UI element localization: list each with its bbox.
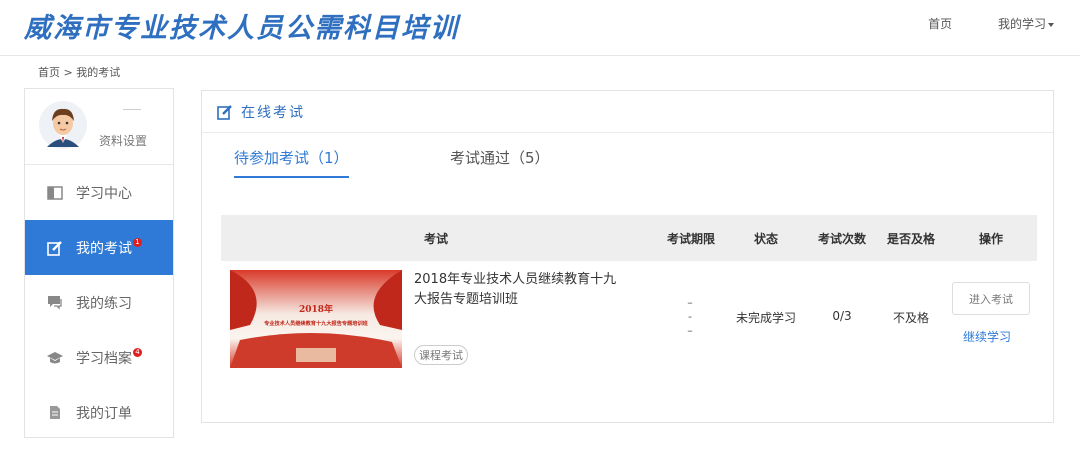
exam-period-line: –: [687, 324, 693, 337]
online-exam-panel: 在线考试 待参加考试（1） 考试通过（5） 考试 考试期限 状态 考试次数 是否…: [201, 90, 1054, 423]
column-header-exam: 考试: [423, 231, 448, 246]
column-header-status: 状态: [753, 231, 778, 246]
sidebar-item-label: 我的考试: [76, 240, 132, 257]
course-thumbnail[interactable]: 2018年 专业技术人员继续教育十九大报告专题培训班: [230, 270, 402, 368]
top-header: 威海市专业技术人员公需科目培训 首页 我的学习: [0, 0, 1080, 56]
profile-panel: 资料设置: [25, 89, 173, 165]
notification-badge: 4: [133, 348, 142, 357]
panel-header: 在线考试: [202, 91, 1053, 133]
column-header-passed: 是否及格: [886, 231, 935, 246]
breadcrumb: 首页 > 我的考试: [38, 66, 121, 79]
sidebar-item-label: 我的练习: [76, 295, 132, 312]
nav-home-link[interactable]: 首页: [928, 17, 952, 31]
notification-badge: 1: [133, 238, 142, 247]
exam-tabs: 待参加考试（1） 考试通过（5）: [234, 147, 994, 181]
table-header: 考试 考试期限 状态 考试次数 是否及格 操作: [221, 215, 1037, 261]
continue-learning-link[interactable]: 继续学习: [963, 328, 1011, 345]
top-nav: 首页 我的学习: [886, 15, 1054, 32]
tab-passed-exams[interactable]: 考试通过（5）: [450, 147, 550, 176]
sidebar-item-my-exams[interactable]: 我的考试 1: [25, 220, 173, 275]
thumbnail-caption: 专业技术人员继续教育十九大报告专题培训班: [264, 319, 369, 327]
book-icon: [45, 185, 65, 200]
avatar[interactable]: [39, 101, 87, 149]
graduation-cap-icon: [45, 351, 65, 365]
exam-status: 未完成学习: [735, 311, 796, 325]
site-title: 威海市专业技术人员公需科目培训: [24, 13, 459, 44]
tab-pending-exams[interactable]: 待参加考试（1）: [234, 147, 349, 178]
course-title[interactable]: 2018年专业技术人员继续教育十九大报告专题培训班: [414, 270, 629, 310]
sidebar-item-my-orders[interactable]: 我的订单: [25, 385, 173, 440]
profile-settings-link[interactable]: 资料设置: [99, 132, 147, 149]
enter-exam-button[interactable]: 进入考试: [952, 282, 1030, 315]
sidebar-item-learning-center[interactable]: 学习中心: [25, 165, 173, 220]
document-icon: [45, 405, 65, 420]
sidebar-item-label: 学习中心: [76, 185, 132, 202]
sidebar-item-label: 我的订单: [76, 405, 132, 422]
exam-table: 考试 考试期限 状态 考试次数 是否及格 操作 2018年 专业技术人员继续教育…: [221, 215, 1037, 371]
caret-down-icon: [1048, 22, 1054, 27]
panel-title: 在线考试: [241, 104, 305, 121]
table-row: 2018年 专业技术人员继续教育十九大报告专题培训班 2018年专业技术人员继续…: [221, 261, 1037, 371]
column-header-period: 考试期限: [666, 231, 715, 246]
column-header-attempts: 考试次数: [817, 231, 866, 246]
nav-my-learning-label: 我的学习: [997, 17, 1046, 31]
exam-period-line: -: [688, 310, 692, 323]
sidebar-item-my-practice[interactable]: 我的练习: [25, 275, 173, 330]
exam-period-line: –: [687, 296, 693, 309]
nav-my-learning-dropdown[interactable]: 我的学习: [998, 17, 1054, 31]
chat-icon: [45, 295, 65, 310]
sidebar: 资料设置 学习中心 我的考试 1 我的练习 学习档案 4 我的订单: [24, 88, 174, 438]
course-tag: 课程考试: [414, 345, 468, 365]
column-header-actions: 操作: [978, 231, 1003, 246]
thumbnail-year: 2018年: [299, 303, 333, 315]
sidebar-item-label: 学习档案: [76, 350, 132, 367]
exam-period: – - –: [683, 296, 697, 338]
edit-icon: [45, 240, 65, 256]
edit-icon: [217, 104, 232, 120]
exam-attempts: 0/3: [832, 309, 852, 323]
username-placeholder: [123, 109, 141, 110]
exam-pass-status: 不及格: [892, 311, 929, 325]
sidebar-item-learning-archive[interactable]: 学习档案 4: [25, 330, 173, 385]
